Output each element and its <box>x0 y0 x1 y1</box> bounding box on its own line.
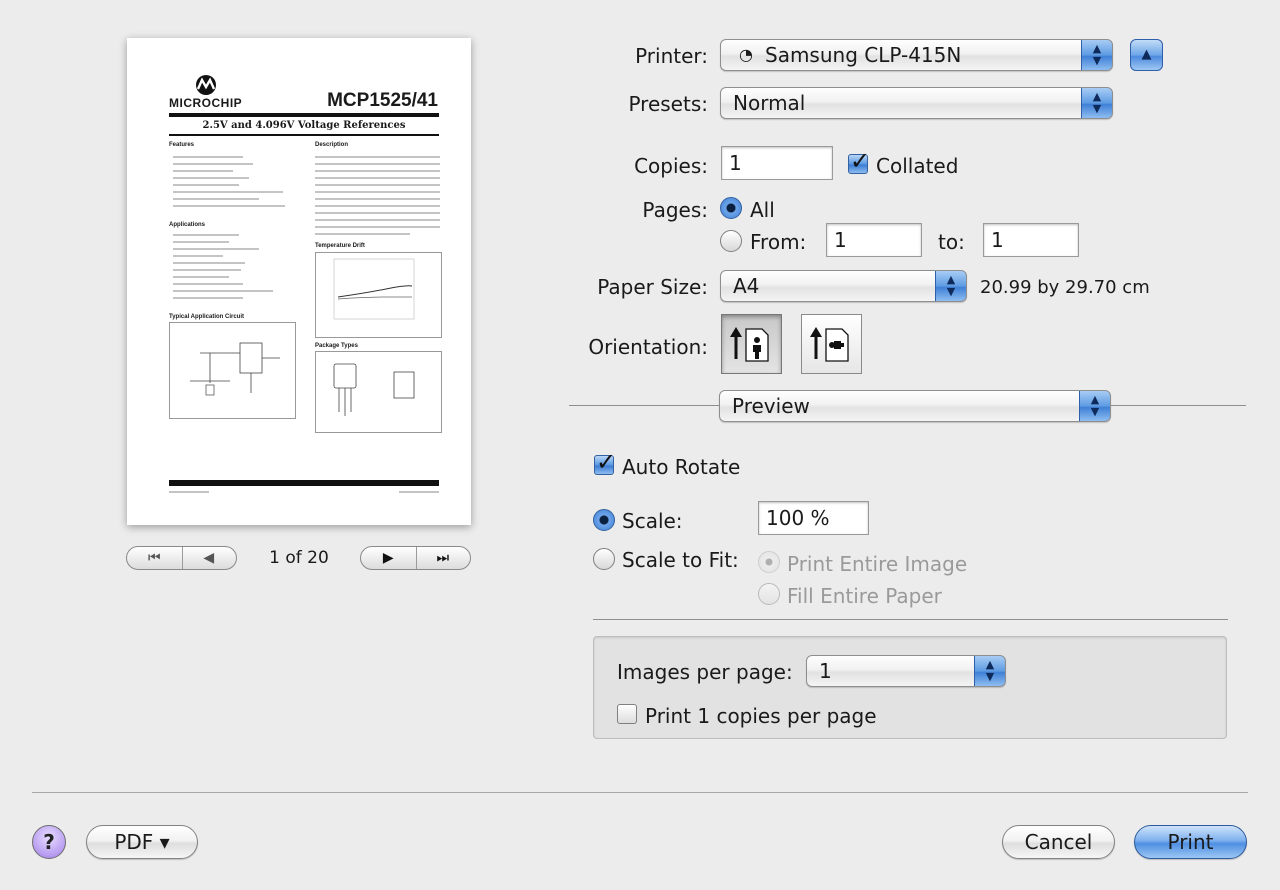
auto-rotate-checkbox[interactable]: ✓ <box>594 448 616 476</box>
fill-entire-paper-label: Fill Entire Paper <box>787 584 942 608</box>
print-preview-page: MICROCHIP MCP1525/41 2.5V and 4.096V Vol… <box>127 38 471 525</box>
doc-subtitle: 2.5V and 4.096V Voltage References <box>202 120 406 131</box>
collated-checkbox[interactable]: ✓ <box>848 147 870 175</box>
fill-entire-paper-radio[interactable] <box>758 583 780 605</box>
doc-circuit-heading: Typical Application Circuit <box>169 314 245 320</box>
previous-page-icon[interactable]: ◀ <box>182 547 237 569</box>
presets-value: Normal <box>733 91 806 115</box>
doc-brand: MICROCHIP <box>169 96 243 110</box>
images-per-page-label: Images per page: <box>617 660 793 684</box>
paper-size-value: A4 <box>733 274 760 298</box>
print-button[interactable]: Print <box>1134 825 1247 859</box>
doc-description-heading: Description <box>315 142 349 148</box>
doc-tempdrift-heading: Temperature Drift <box>315 243 365 249</box>
scale-to-fit-radio[interactable] <box>593 548 615 570</box>
copies-field[interactable]: 1 <box>721 146 833 180</box>
pages-to-field[interactable]: 1 <box>983 223 1079 257</box>
popup-arrows-icon: ▲ ▼ <box>1081 40 1112 70</box>
cancel-button[interactable]: Cancel <box>1002 825 1115 859</box>
next-page-icon[interactable]: ▶ <box>361 547 417 569</box>
paper-dimensions: 20.99 by 29.70 cm <box>980 277 1150 298</box>
section-divider <box>593 619 1228 620</box>
doc-features-heading: Features <box>169 142 195 148</box>
presets-popup[interactable]: Normal ▲ ▼ <box>720 87 1113 119</box>
orientation-label: Orientation: <box>588 335 708 359</box>
doc-part-number: MCP1525/41 <box>327 90 438 111</box>
images-per-page-popup[interactable]: 1 ▲ ▼ <box>806 655 1006 687</box>
pages-from-label: From: <box>750 230 807 254</box>
checkmark-icon: ✓ <box>596 448 617 476</box>
collapse-details-button[interactable]: ▲ <box>1130 39 1163 71</box>
pages-to-label: to: <box>938 230 965 254</box>
collated-label: Collated <box>876 154 959 178</box>
scale-to-fit-label: Scale to Fit: <box>622 548 739 572</box>
print-entire-image-label: Print Entire Image <box>787 552 968 576</box>
printer-value: Samsung CLP-415N <box>765 43 962 67</box>
scale-label: Scale: <box>622 509 683 533</box>
preview-first-prev-buttons[interactable]: ⏮ ◀ <box>126 546 237 570</box>
pages-from-radio[interactable] <box>720 230 742 252</box>
pages-all-radio[interactable] <box>720 197 742 219</box>
scale-radio[interactable] <box>593 509 615 531</box>
pages-from-field[interactable]: 1 <box>826 223 922 257</box>
paper-size-label: Paper Size: <box>597 275 708 299</box>
last-page-icon[interactable]: ⏭ <box>416 547 471 569</box>
help-button[interactable]: ? <box>32 825 66 859</box>
landscape-icon <box>810 327 849 362</box>
paper-size-popup[interactable]: A4 ▲ ▼ <box>720 270 967 302</box>
orientation-portrait-button[interactable] <box>721 314 782 374</box>
checkmark-icon: ✓ <box>850 147 871 175</box>
popup-arrows-icon: ▲ ▼ <box>974 656 1005 686</box>
printer-popup[interactable]: ◔ Samsung CLP-415N ▲ ▼ <box>720 39 1113 71</box>
copies-label: Copies: <box>634 154 708 178</box>
microchip-logo-icon <box>191 74 221 96</box>
copies-per-page-checkbox[interactable] <box>617 704 637 724</box>
doc-temperature-chart <box>315 252 442 338</box>
first-page-icon[interactable]: ⏮ <box>127 547 183 569</box>
scale-field[interactable]: 100 % <box>758 501 869 535</box>
footer-divider <box>32 792 1248 793</box>
print-entire-image-radio[interactable] <box>758 551 780 573</box>
section-popup[interactable]: Preview ▲ ▼ <box>719 390 1111 422</box>
preview-next-last-buttons[interactable]: ▶ ⏭ <box>360 546 471 570</box>
pdf-menu-button[interactable]: PDF ▾ <box>86 825 198 859</box>
doc-package-diagram <box>315 351 442 433</box>
printer-label: Printer: <box>635 44 708 68</box>
presets-label: Presets: <box>628 92 708 116</box>
popup-arrows-icon: ▲ ▼ <box>935 271 966 301</box>
doc-circuit-diagram <box>169 322 296 419</box>
copies-per-page-label: Print 1 copies per page <box>645 704 877 728</box>
section-popup-value: Preview <box>732 394 810 418</box>
page-indicator: 1 of 20 <box>269 548 329 568</box>
popup-arrows-icon: ▲ ▼ <box>1079 391 1110 421</box>
portrait-icon <box>730 327 769 362</box>
help-icon: ? <box>43 830 55 854</box>
disclosure-up-icon: ▲ <box>1141 47 1152 62</box>
printer-status-icon: ◔ <box>739 45 753 64</box>
pages-all-label: All <box>750 198 775 222</box>
pages-label: Pages: <box>642 198 708 222</box>
orientation-landscape-button[interactable] <box>801 314 862 374</box>
doc-package-heading: Package Types <box>315 343 358 349</box>
auto-rotate-label: Auto Rotate <box>622 455 741 479</box>
popup-arrows-icon: ▲ ▼ <box>1081 88 1112 118</box>
images-per-page-value: 1 <box>819 659 832 683</box>
doc-applications-heading: Applications <box>169 222 206 228</box>
